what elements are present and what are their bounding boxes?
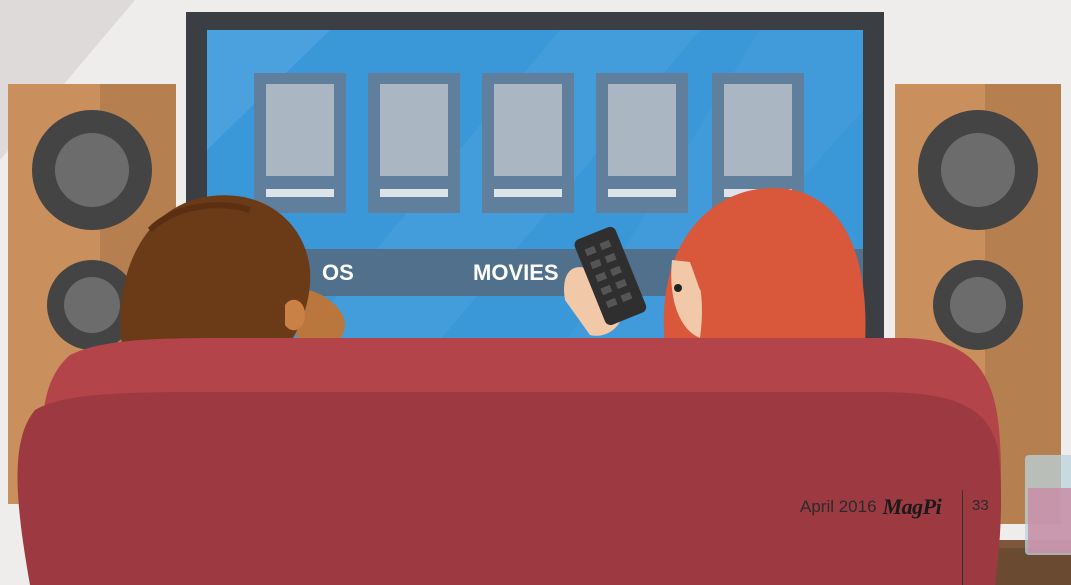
page-footer: April 2016 MagPi bbox=[800, 492, 942, 522]
tv-poster-3 bbox=[482, 73, 574, 213]
magpi-logo: MagPi bbox=[882, 494, 942, 519]
issue-date: April 2016 bbox=[800, 497, 877, 516]
water-glass bbox=[1025, 455, 1071, 555]
tv-menu-item-left: OS bbox=[322, 260, 354, 285]
page-number: 33 bbox=[972, 497, 989, 514]
sofa bbox=[17, 338, 1002, 585]
footer-divider bbox=[962, 490, 963, 585]
tv-poster-2 bbox=[368, 73, 460, 213]
tv-poster-1 bbox=[254, 73, 346, 213]
tv-menu-item-movies: MOVIES bbox=[473, 260, 559, 285]
tv-poster-4 bbox=[596, 73, 688, 213]
